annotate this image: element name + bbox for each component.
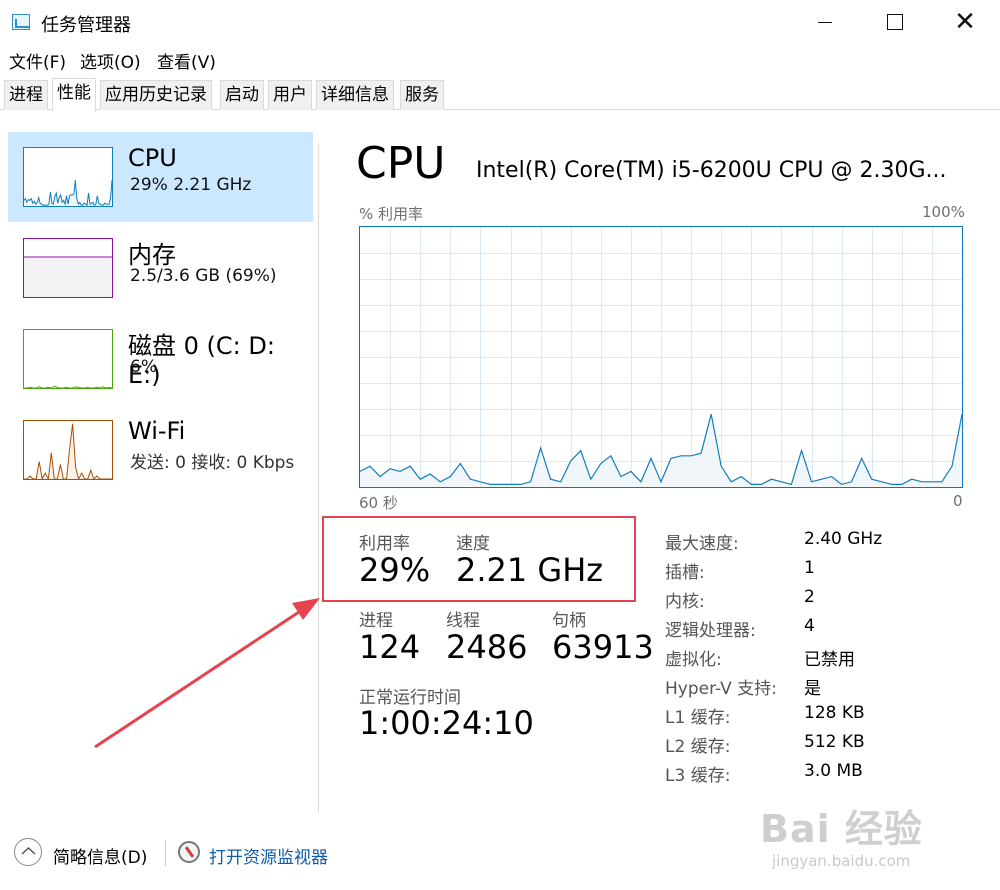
watermark-url: jingyan.baidu.com: [772, 852, 911, 870]
tab-details[interactable]: 详细信息: [316, 80, 394, 110]
memory-thumbnail-graph: [23, 238, 113, 298]
sidebar-item-disk[interactable]: 磁盘 0 (C: D: E:) 6%: [8, 314, 313, 404]
speed-value: 2.21 GHz: [456, 551, 604, 589]
thumbnail-canvas: [24, 256, 112, 297]
sidebar-item-subtitle: 29% 2.21 GHz: [130, 175, 252, 195]
threads-value: 2486: [446, 628, 528, 666]
info-label-sockets: 插槽:: [665, 563, 705, 583]
cpu-thumbnail-graph: [23, 147, 113, 207]
memory-thumbnail-line-fill: [24, 257, 112, 297]
info-value-logical-processors: 4: [804, 616, 815, 636]
info-value-hyperv: 是: [804, 679, 821, 699]
info-label-cores: 内核:: [665, 592, 705, 612]
maximize-icon: [887, 14, 903, 30]
disk-thumbnail-line: [24, 385, 113, 389]
baidu-watermark: Bai 经验 jingyan.baidu.com: [760, 782, 950, 882]
info-value-max-speed: 2.40 GHz: [804, 529, 883, 549]
collapse-details-button[interactable]: [14, 838, 42, 866]
processes-value: 124: [359, 628, 421, 666]
close-button[interactable]: ✕: [930, 0, 1000, 44]
info-value-l2-cache: 512 KB: [804, 732, 865, 752]
cpu-graph-canvas: [359, 227, 963, 487]
thumbnail-canvas: [24, 385, 113, 389]
tab-processes[interactable]: 进程: [4, 80, 48, 110]
sidebar-item-wifi[interactable]: Wi-Fi 发送: 0 接收: 0 Kbps: [8, 405, 313, 495]
watermark-logo-text: Bai 经验: [760, 807, 923, 851]
tab-app-history[interactable]: 应用历史记录: [100, 80, 212, 110]
footer-divider: [165, 840, 166, 866]
graph-y-max-label: 100%: [922, 203, 965, 221]
sidebar-item-memory[interactable]: 内存 2.5/3.6 GB (69%): [8, 223, 313, 313]
uptime-value: 1:00:24:10: [359, 704, 534, 742]
menu-view[interactable]: 查看(V): [157, 48, 216, 73]
info-label-virtualization: 虚拟化:: [665, 650, 722, 670]
annotation-arrow-head: [292, 598, 320, 620]
thumbnail-canvas: [24, 423, 112, 481]
graph-y-label: % 利用率: [359, 205, 424, 223]
minimize-button[interactable]: [790, 0, 860, 44]
info-label-hyperv: Hyper-V 支持:: [665, 679, 777, 699]
info-label-l3-cache: L3 缓存:: [665, 766, 731, 786]
tab-bar: 进程 性能 应用历史记录 启动 用户 详细信息 服务: [0, 78, 1000, 111]
tab-users[interactable]: 用户: [268, 80, 312, 110]
graph-x-right-label: 0: [953, 492, 963, 510]
info-value-l1-cache: 128 KB: [804, 703, 865, 723]
minimize-icon: [818, 21, 832, 23]
sidebar-item-subtitle: 6%: [130, 357, 157, 377]
info-value-sockets: 1: [804, 558, 815, 578]
open-resource-monitor-link[interactable]: 打开资源监视器: [209, 843, 328, 868]
task-manager-icon: [12, 14, 30, 30]
page-title: CPU: [356, 138, 446, 189]
menu-file[interactable]: 文件(F): [9, 48, 66, 73]
sidebar-item-subtitle: 发送: 0 接收: 0 Kbps: [130, 453, 295, 473]
tab-services[interactable]: 服务: [400, 80, 444, 110]
disk-thumbnail-graph: [23, 329, 113, 389]
chevron-up-icon: [21, 846, 36, 855]
sidebar-item-title: 内存: [128, 241, 176, 269]
sidebar-item-subtitle: 2.5/3.6 GB (69%): [130, 266, 277, 286]
info-value-cores: 2: [804, 587, 815, 607]
tab-startup[interactable]: 启动: [220, 80, 264, 110]
graph-x-left-label: 60 秒: [359, 494, 398, 512]
info-label-l1-cache: L1 缓存:: [665, 708, 731, 728]
cpu-utilization-graph: [359, 226, 963, 488]
annotation-arrow-shaft: [94, 606, 306, 749]
fewer-details-link[interactable]: 简略信息(D): [53, 843, 147, 868]
utilization-value: 29%: [359, 551, 431, 589]
info-label-max-speed: 最大速度:: [665, 534, 739, 554]
wifi-thumbnail-graph: [23, 420, 113, 481]
sidebar-item-title: Wi-Fi: [128, 417, 186, 445]
info-label-l2-cache: L2 缓存:: [665, 737, 731, 757]
cpu-thumbnail-line: [23, 179, 113, 206]
handles-value: 63913: [552, 628, 654, 666]
tab-performance[interactable]: 性能: [52, 78, 96, 111]
resource-monitor-icon: [178, 841, 200, 863]
title-bar: 任务管理器 ✕: [0, 0, 1000, 44]
sidebar-divider[interactable]: [318, 143, 319, 813]
info-label-logical-processors: 逻辑处理器:: [665, 621, 756, 641]
menu-options[interactable]: 选项(O): [80, 48, 141, 73]
close-icon: ✕: [954, 7, 976, 37]
sidebar-item-title: CPU: [128, 144, 177, 172]
info-value-virtualization: 已禁用: [804, 650, 855, 670]
maximize-button[interactable]: [860, 0, 930, 44]
window-title: 任务管理器: [41, 15, 131, 36]
thumbnail-canvas: [23, 179, 113, 206]
info-value-l3-cache: 3.0 MB: [804, 761, 863, 781]
menu-bar: 文件(F) 选项(O) 查看(V): [0, 46, 1000, 74]
sidebar-item-cpu[interactable]: CPU 29% 2.21 GHz: [8, 132, 313, 222]
cpu-model-name: Intel(R) Core(TM) i5-6200U CPU @ 2.30G..…: [476, 158, 947, 183]
